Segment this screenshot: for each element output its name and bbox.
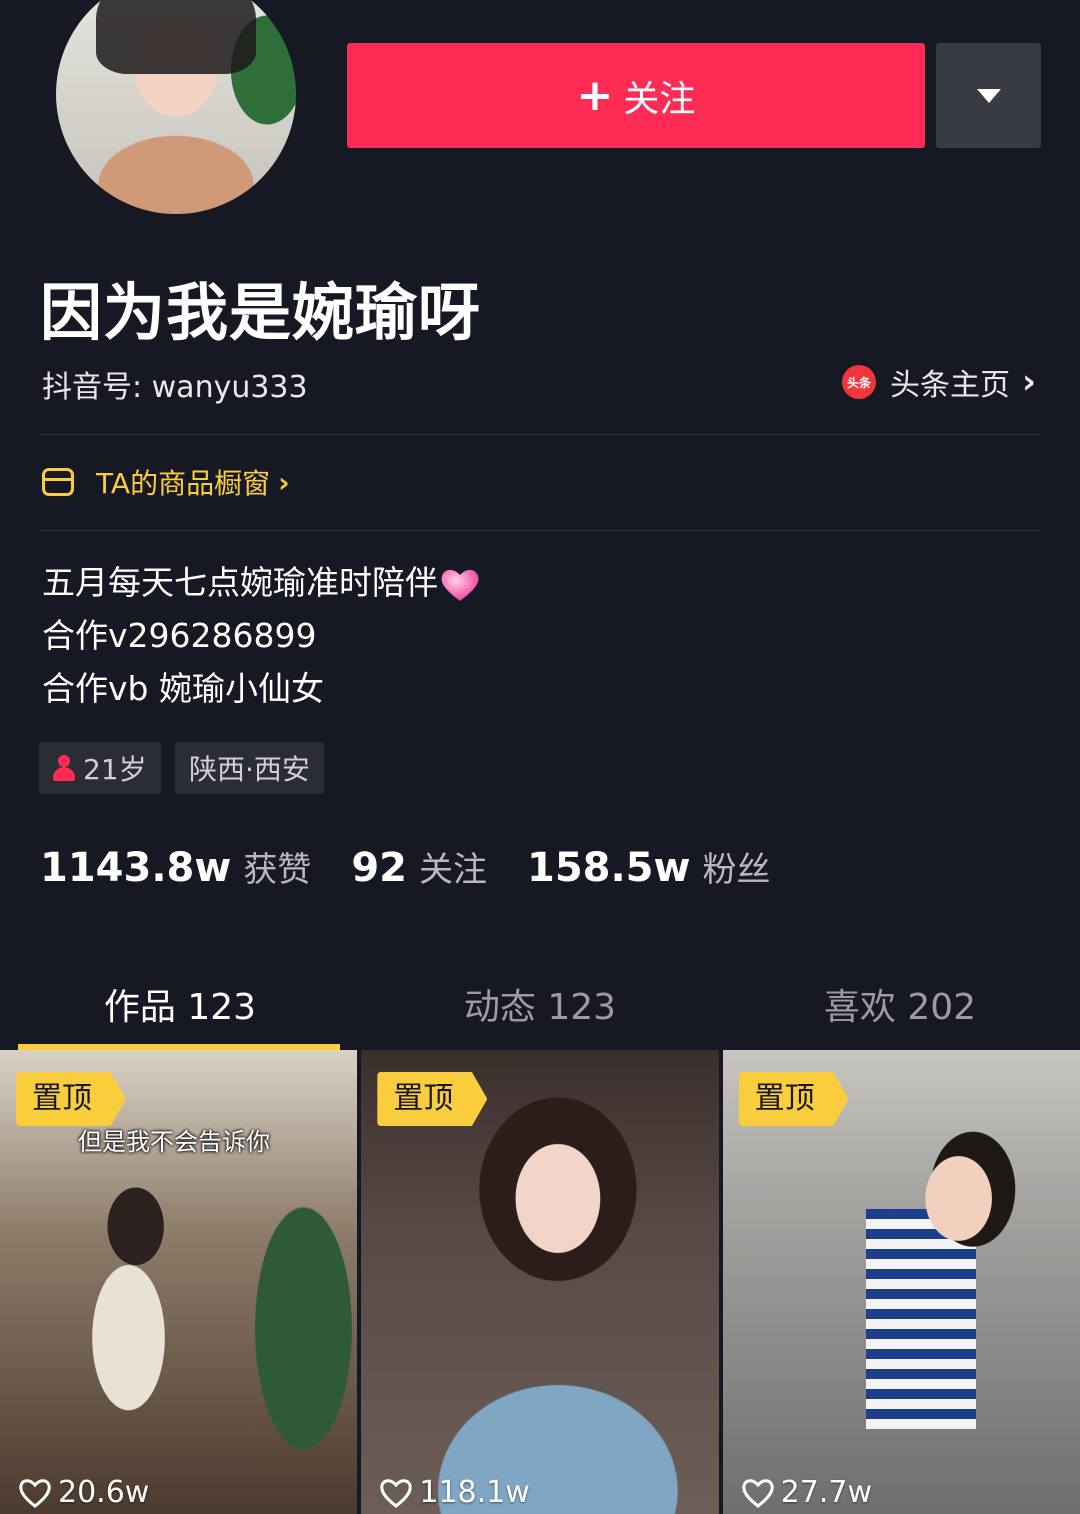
female-icon bbox=[53, 755, 75, 781]
chevron-right-icon: › bbox=[278, 465, 290, 499]
plus-icon: + bbox=[576, 69, 614, 121]
bio-line: 合作v296286899 bbox=[42, 616, 317, 655]
video-grid: 置顶 但是我不会告诉你 20.6w 置顶 118.1w 置顶 27.7w bbox=[0, 1050, 1080, 1514]
shop-window-link[interactable]: TA的商品橱窗 › bbox=[42, 462, 290, 502]
shop-label: TA的商品橱窗 bbox=[96, 467, 271, 500]
tab-works[interactable]: 作品 123 bbox=[0, 960, 360, 1050]
video-thumbnail[interactable]: 置顶 但是我不会告诉你 20.6w bbox=[0, 1050, 358, 1514]
toutiao-logo-icon: 头条 bbox=[841, 365, 876, 399]
heart-outline-icon bbox=[380, 1478, 413, 1508]
content-tabs: 作品 123 动态 123 喜欢 202 bbox=[0, 960, 1080, 1050]
age-tag: 21岁 bbox=[39, 742, 161, 794]
tab-likes[interactable]: 喜欢 202 bbox=[720, 960, 1080, 1050]
pinned-badge: 置顶 bbox=[377, 1072, 488, 1126]
bio-line: 五月每天七点婉瑜准时陪伴 bbox=[42, 556, 480, 609]
followers-label[interactable]: 粉丝 bbox=[702, 842, 770, 891]
location-tag: 陕西·西安 bbox=[175, 742, 324, 794]
douyin-id: 抖音号: wanyu333 bbox=[42, 370, 308, 405]
follow-label: 关注 bbox=[623, 78, 696, 120]
heart-outline-icon bbox=[19, 1478, 51, 1508]
bio: 五月每天七点婉瑜准时陪伴 合作v296286899 合作vb 婉瑜小仙女 bbox=[42, 556, 480, 715]
heart-emoji-icon bbox=[441, 569, 479, 601]
shopping-bag-icon bbox=[42, 468, 74, 496]
toutiao-homepage-link[interactable]: 头条 头条主页 › bbox=[841, 360, 1036, 404]
video-likes: 27.7w bbox=[741, 1475, 872, 1510]
video-likes: 118.1w bbox=[379, 1475, 530, 1510]
stats-row: 1143.8w 获赞 92 关注 158.5w 粉丝 bbox=[40, 842, 770, 891]
pinned-badge: 置顶 bbox=[738, 1072, 849, 1126]
avatar[interactable] bbox=[56, 0, 296, 214]
more-options-button[interactable] bbox=[936, 43, 1041, 148]
pinned-badge: 置顶 bbox=[16, 1072, 126, 1126]
video-likes: 20.6w bbox=[18, 1475, 149, 1510]
toutiao-label: 头条主页 bbox=[889, 368, 1010, 403]
likes-label[interactable]: 获赞 bbox=[243, 842, 311, 891]
divider bbox=[40, 434, 1040, 435]
username: 因为我是婉瑜呀 bbox=[40, 276, 482, 349]
heart-outline-icon bbox=[741, 1478, 774, 1508]
chevron-right-icon: › bbox=[1021, 362, 1036, 402]
video-thumbnail[interactable]: 置顶 27.7w bbox=[722, 1050, 1080, 1514]
following-count[interactable]: 92 bbox=[351, 845, 407, 891]
following-label[interactable]: 关注 bbox=[419, 842, 487, 891]
tab-activity[interactable]: 动态 123 bbox=[360, 960, 720, 1050]
caret-down-icon bbox=[976, 88, 1001, 103]
divider bbox=[40, 530, 1040, 531]
followers-count[interactable]: 158.5w bbox=[527, 845, 690, 891]
video-caption: 但是我不会告诉你 bbox=[78, 1128, 270, 1156]
bio-line: 合作vb 婉瑜小仙女 bbox=[42, 669, 324, 708]
follow-button[interactable]: + 关注 bbox=[347, 43, 925, 148]
video-thumbnail[interactable]: 置顶 118.1w bbox=[361, 1050, 719, 1514]
likes-count: 1143.8w bbox=[40, 845, 232, 891]
